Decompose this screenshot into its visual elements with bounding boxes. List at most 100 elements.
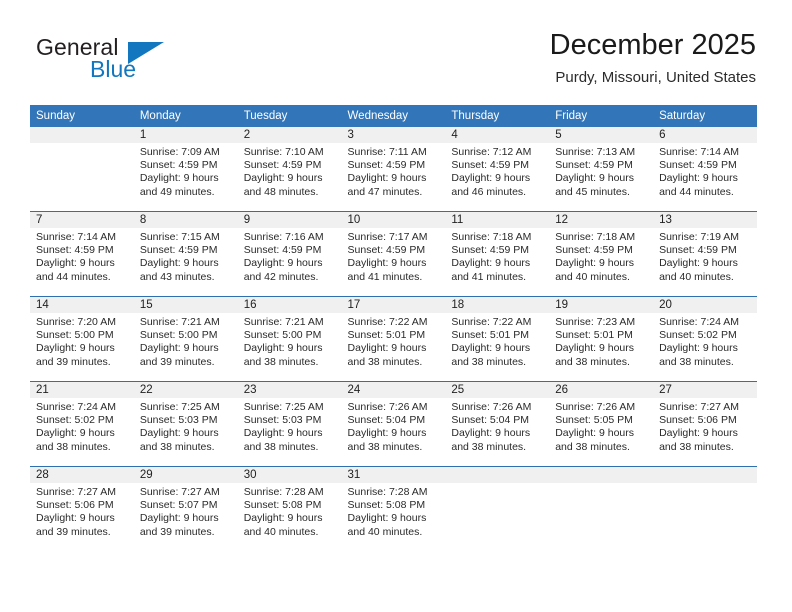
day-info: Sunrise: 7:23 AM Sunset: 5:01 PM Daylight:… — [549, 313, 653, 369]
day-cell[interactable]: 18 Sunrise: 7:22 AM Sunset: 5:01 PM Dayligh… — [445, 296, 550, 382]
sunset-line: Sunset: 5:01 PM — [451, 329, 530, 342]
sunset-line: Sunset: 5:04 PM — [451, 414, 530, 427]
week-row: 28 Sunrise: 7:27 AM Sunset: 5:06 PM Dayligh… — [30, 466, 757, 551]
daylight-line-2: and 38 minutes. — [36, 440, 111, 453]
day-cell[interactable]: 29 Sunrise: 7:27 AM Sunset: 5:07 PM Dayligh… — [133, 466, 238, 551]
daylight-line-1: Daylight: 9 hours — [347, 172, 427, 185]
sunrise-line: Sunrise: 7:18 AM — [555, 231, 636, 243]
day-cell-empty — [653, 466, 757, 551]
logo-text-blue: Blue — [90, 56, 137, 82]
day-number: 5 — [549, 127, 654, 143]
sunset-line: Sunset: 5:00 PM — [36, 329, 114, 342]
day-cell[interactable]: 26 Sunrise: 7:26 AM Sunset: 5:05 PM Dayligh… — [549, 381, 654, 467]
sunset-line: Sunset: 5:01 PM — [347, 329, 426, 342]
sunrise-line: Sunrise: 7:16 AM — [243, 231, 324, 243]
weekday-header-monday: Monday — [133, 105, 238, 127]
daylight-line-2: and 41 minutes. — [347, 270, 423, 283]
daylight-line-1: Daylight: 9 hours — [555, 342, 635, 355]
sunset-line: Sunset: 5:06 PM — [36, 499, 114, 512]
day-cell[interactable]: 4 Sunrise: 7:12 AM Sunset: 4:59 PM Daylight… — [445, 127, 550, 212]
day-cell[interactable]: 11 Sunrise: 7:18 AM Sunset: 4:59 PM Dayligh… — [445, 211, 550, 297]
day-cell[interactable]: 8 Sunrise: 7:15 AM Sunset: 4:59 PM Daylight… — [133, 211, 238, 297]
daylight-line-1: Daylight: 9 hours — [347, 427, 427, 440]
sunrise-line: Sunrise: 7:23 AM — [555, 316, 636, 328]
sunset-line: Sunset: 4:59 PM — [347, 244, 426, 257]
day-cell[interactable]: 13 Sunrise: 7:19 AM Sunset: 4:59 PM Dayligh… — [653, 211, 757, 297]
day-cell-empty — [445, 466, 550, 551]
week-row: 7 Sunrise: 7:14 AM Sunset: 4:59 PM Daylight… — [30, 211, 757, 297]
day-cell[interactable]: 15 Sunrise: 7:21 AM Sunset: 5:00 PM Dayligh… — [133, 296, 238, 382]
daylight-line-1: Daylight: 9 hours — [451, 427, 531, 440]
day-cell[interactable]: 10 Sunrise: 7:17 AM Sunset: 4:59 PM Dayligh… — [341, 211, 446, 297]
sunrise-line: Sunrise: 7:12 AM — [451, 146, 532, 158]
daylight-line-2: and 38 minutes. — [555, 440, 630, 453]
day-cell[interactable]: 12 Sunrise: 7:18 AM Sunset: 4:59 PM Dayligh… — [549, 211, 654, 297]
daylight-line-1: Daylight: 9 hours — [451, 257, 531, 270]
daylight-line-2: and 39 minutes. — [36, 525, 111, 538]
general-blue-logo[interactable]: General Blue — [36, 34, 226, 86]
daylight-line-1: Daylight: 9 hours — [659, 257, 738, 270]
daylight-line-2: and 39 minutes. — [139, 525, 215, 538]
day-cell[interactable]: 31 Sunrise: 7:28 AM Sunset: 5:08 PM Dayligh… — [341, 466, 446, 551]
day-cell[interactable]: 19 Sunrise: 7:23 AM Sunset: 5:01 PM Dayligh… — [549, 296, 654, 382]
day-info: Sunrise: 7:18 AM Sunset: 4:59 PM Daylight:… — [445, 228, 549, 284]
weekday-header-tuesday: Tuesday — [237, 105, 342, 127]
day-cell[interactable]: 6 Sunrise: 7:14 AM Sunset: 4:59 PM Daylight… — [653, 127, 757, 212]
day-info: Sunrise: 7:27 AM Sunset: 5:06 PM Daylight:… — [30, 483, 134, 539]
day-cell[interactable]: 27 Sunrise: 7:27 AM Sunset: 5:06 PM Dayligh… — [653, 381, 757, 467]
week-row: 14 Sunrise: 7:20 AM Sunset: 5:00 PM Dayligh… — [30, 296, 757, 382]
day-cell[interactable]: 30 Sunrise: 7:28 AM Sunset: 5:08 PM Dayligh… — [237, 466, 342, 551]
day-info: Sunrise: 7:21 AM Sunset: 5:00 PM Daylight:… — [134, 313, 238, 369]
day-cell[interactable]: 24 Sunrise: 7:26 AM Sunset: 5:04 PM Dayligh… — [341, 381, 446, 467]
day-cell[interactable]: 9 Sunrise: 7:16 AM Sunset: 4:59 PM Daylight… — [237, 211, 342, 297]
day-info: Sunrise: 7:11 AM Sunset: 4:59 PM Daylight:… — [342, 143, 446, 199]
day-cell[interactable]: 16 Sunrise: 7:21 AM Sunset: 5:00 PM Dayligh… — [237, 296, 342, 382]
day-info: Sunrise: 7:15 AM Sunset: 4:59 PM Daylight:… — [134, 228, 238, 284]
sunset-line: Sunset: 5:08 PM — [347, 499, 426, 512]
sunset-line: Sunset: 4:59 PM — [243, 244, 322, 257]
sunrise-line: Sunrise: 7:22 AM — [451, 316, 532, 328]
day-cell[interactable] — [30, 127, 134, 212]
day-number: 11 — [445, 212, 550, 228]
day-number: 24 — [341, 382, 446, 398]
daylight-line-2: and 40 minutes. — [555, 270, 630, 283]
day-info: Sunrise: 7:19 AM Sunset: 4:59 PM Daylight:… — [653, 228, 757, 284]
day-number: 12 — [549, 212, 654, 228]
daylight-line-2: and 42 minutes. — [243, 270, 319, 283]
daylight-line-2: and 38 minutes. — [659, 355, 734, 368]
day-number — [30, 127, 134, 143]
sunset-line: Sunset: 4:59 PM — [451, 159, 530, 172]
sunset-line: Sunset: 4:59 PM — [555, 244, 633, 257]
day-cell[interactable]: 3 Sunrise: 7:11 AM Sunset: 4:59 PM Daylight… — [341, 127, 446, 212]
day-info: Sunrise: 7:25 AM Sunset: 5:03 PM Daylight:… — [134, 398, 238, 454]
day-cell[interactable]: 17 Sunrise: 7:22 AM Sunset: 5:01 PM Dayligh… — [341, 296, 446, 382]
daylight-line-2: and 46 minutes. — [451, 185, 527, 198]
daylight-line-1: Daylight: 9 hours — [36, 257, 115, 270]
weekday-header-saturday: Saturday — [653, 105, 757, 127]
day-number: 21 — [30, 382, 134, 398]
sunrise-line: Sunrise: 7:27 AM — [659, 401, 740, 413]
daylight-line-1: Daylight: 9 hours — [347, 512, 427, 525]
daylight-line-2: and 49 minutes. — [139, 185, 215, 198]
day-cell[interactable]: 28 Sunrise: 7:27 AM Sunset: 5:06 PM Dayligh… — [30, 466, 134, 551]
day-cell[interactable]: 20 Sunrise: 7:24 AM Sunset: 5:02 PM Dayligh… — [653, 296, 757, 382]
week-row: 1 Sunrise: 7:09 AM Sunset: 4:59 PM Daylight… — [30, 127, 757, 212]
day-cell[interactable]: 7 Sunrise: 7:14 AM Sunset: 4:59 PM Daylight… — [30, 211, 134, 297]
day-info: Sunrise: 7:13 AM Sunset: 4:59 PM Daylight:… — [549, 143, 653, 199]
sunset-line: Sunset: 5:00 PM — [243, 329, 322, 342]
calendar-header-row: Sunday Monday Tuesday Wednesday Thursday… — [30, 105, 757, 127]
day-cell[interactable]: 2 Sunrise: 7:10 AM Sunset: 4:59 PM Daylight… — [237, 127, 342, 212]
day-cell[interactable]: 1 Sunrise: 7:09 AM Sunset: 4:59 PM Daylight… — [133, 127, 238, 212]
day-cell[interactable]: 22 Sunrise: 7:25 AM Sunset: 5:03 PM Dayligh… — [133, 381, 238, 467]
day-cell[interactable]: 25 Sunrise: 7:26 AM Sunset: 5:04 PM Dayligh… — [445, 381, 550, 467]
week-row: 21 Sunrise: 7:24 AM Sunset: 5:02 PM Dayligh… — [30, 381, 757, 467]
weekday-header-sunday: Sunday — [30, 105, 134, 127]
day-number: 10 — [341, 212, 446, 228]
sunset-line: Sunset: 4:59 PM — [139, 244, 218, 257]
day-info: Sunrise: 7:24 AM Sunset: 5:02 PM Daylight:… — [30, 398, 134, 454]
day-cell[interactable]: 23 Sunrise: 7:25 AM Sunset: 5:03 PM Dayligh… — [237, 381, 342, 467]
daylight-line-1: Daylight: 9 hours — [347, 257, 427, 270]
day-cell[interactable]: 5 Sunrise: 7:13 AM Sunset: 4:59 PM Daylight… — [549, 127, 654, 212]
day-cell[interactable]: 14 Sunrise: 7:20 AM Sunset: 5:00 PM Dayligh… — [30, 296, 134, 382]
day-cell[interactable]: 21 Sunrise: 7:24 AM Sunset: 5:02 PM Dayligh… — [30, 381, 134, 467]
